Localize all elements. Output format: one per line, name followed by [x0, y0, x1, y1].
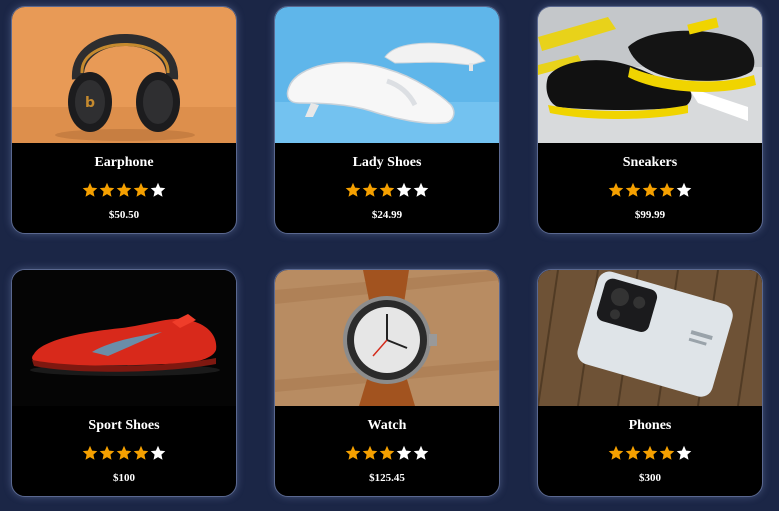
- star-filled-icon: [625, 445, 641, 460]
- star-filled-icon: [82, 182, 98, 197]
- product-price: $300: [639, 472, 661, 484]
- product-price: $99.99: [634, 209, 666, 221]
- star-empty-icon: [676, 182, 692, 197]
- product-name: Sport Shoes: [88, 418, 160, 433]
- star-filled-icon: [642, 445, 658, 460]
- rating-stars: [82, 445, 166, 461]
- product-price: $100: [113, 472, 135, 484]
- black-yellow-sneakers-image: [538, 7, 762, 143]
- star-empty-icon: [396, 182, 412, 197]
- product-name: Sneakers: [622, 155, 678, 170]
- product-price: $125.45: [369, 472, 405, 484]
- rating-stars: [345, 445, 429, 461]
- rating-stars: [608, 445, 692, 461]
- product-card[interactable]: Sneakers $99.99: [537, 6, 763, 234]
- star-empty-icon: [676, 445, 692, 460]
- star-empty-icon: [150, 182, 166, 197]
- rating-stars: [608, 182, 692, 198]
- star-filled-icon: [379, 182, 395, 197]
- star-filled-icon: [642, 182, 658, 197]
- headphones-image: b: [12, 7, 236, 143]
- star-empty-icon: [413, 182, 429, 197]
- svg-text:b: b: [85, 95, 95, 111]
- rating-stars: [345, 182, 429, 198]
- star-filled-icon: [345, 445, 361, 460]
- star-filled-icon: [99, 182, 115, 197]
- star-empty-icon: [150, 445, 166, 460]
- product-card[interactable]: Phones $300: [537, 269, 763, 497]
- star-filled-icon: [362, 445, 378, 460]
- star-filled-icon: [608, 445, 624, 460]
- product-name: Phones: [628, 418, 672, 433]
- star-filled-icon: [608, 182, 624, 197]
- star-filled-icon: [99, 445, 115, 460]
- rating-stars: [82, 182, 166, 198]
- product-card[interactable]: b Earphone $50.50: [11, 6, 237, 234]
- star-empty-icon: [413, 445, 429, 460]
- product-name: Watch: [367, 418, 407, 433]
- star-filled-icon: [116, 182, 132, 197]
- star-filled-icon: [133, 445, 149, 460]
- star-filled-icon: [82, 445, 98, 460]
- white-flat-shoe-image: [275, 7, 499, 143]
- star-filled-icon: [345, 182, 361, 197]
- product-price: $24.99: [371, 209, 403, 221]
- product-card[interactable]: Sport Shoes $100: [11, 269, 237, 497]
- product-name: Lady Shoes: [352, 155, 422, 170]
- star-filled-icon: [133, 182, 149, 197]
- star-filled-icon: [625, 182, 641, 197]
- star-filled-icon: [362, 182, 378, 197]
- red-running-shoe-image: [12, 270, 236, 406]
- star-empty-icon: [396, 445, 412, 460]
- product-grid: b Earphone $50.50 Lady Shoes $24.99 Snea…: [11, 6, 763, 497]
- wrist-watch-image: [275, 270, 499, 406]
- product-card[interactable]: Watch $125.45: [274, 269, 500, 497]
- star-filled-icon: [379, 445, 395, 460]
- star-filled-icon: [659, 182, 675, 197]
- star-filled-icon: [116, 445, 132, 460]
- product-price: $50.50: [108, 209, 140, 221]
- product-card[interactable]: Lady Shoes $24.99: [274, 6, 500, 234]
- white-smartphone-image: [538, 270, 762, 406]
- star-filled-icon: [659, 445, 675, 460]
- product-name: Earphone: [94, 155, 154, 170]
